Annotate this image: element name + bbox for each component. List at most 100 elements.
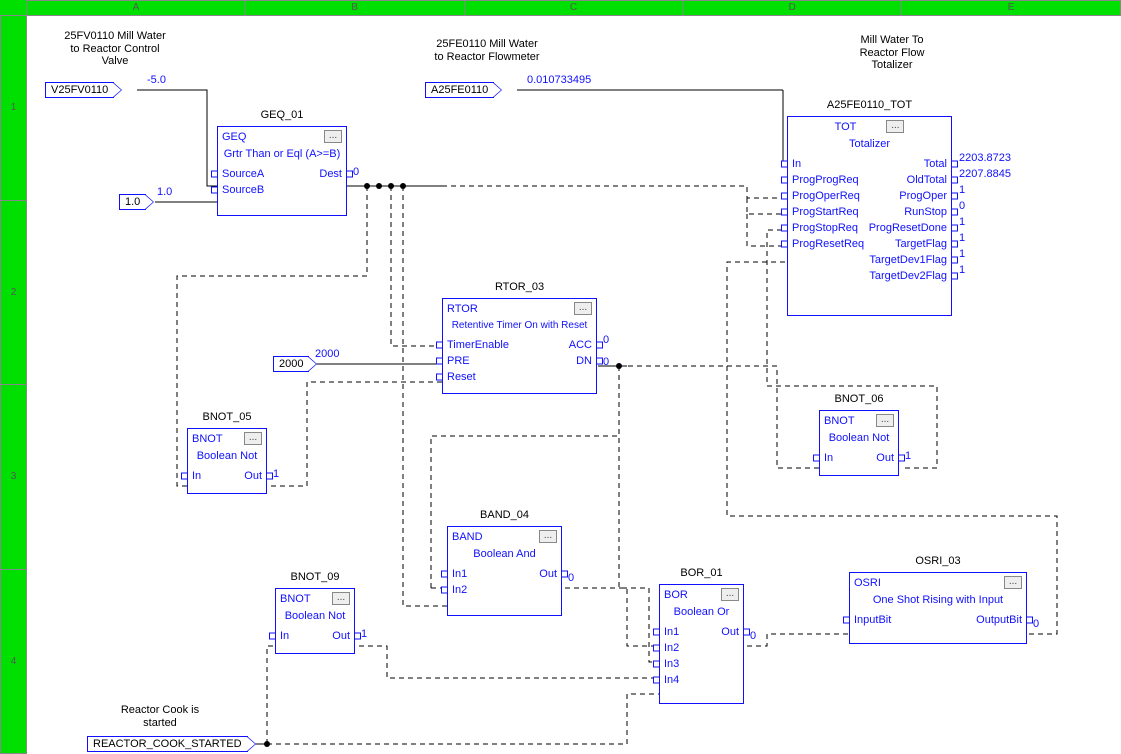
iref-label: 1.0 xyxy=(125,196,140,208)
block-desc: Retentive Timer On with Reset xyxy=(443,318,596,337)
ellipsis-icon[interactable]: ... xyxy=(539,530,557,543)
pin-in4[interactable]: In4 xyxy=(664,674,679,686)
iref-a25fe0110[interactable]: A25FE0110 xyxy=(425,82,494,98)
tot-progresetdone-val: 1 xyxy=(959,216,965,228)
pin-progresetdone[interactable]: ProgResetDone xyxy=(869,222,947,234)
block-desc: Boolean Not xyxy=(276,608,354,628)
block-type: GEQ xyxy=(222,131,246,143)
pin-in1[interactable]: In1 xyxy=(664,626,679,638)
row-2: 2 xyxy=(1,201,26,386)
block-band04[interactable]: BAND_04 BAND... Boolean And In1Out In2 xyxy=(447,526,562,616)
pin-targetdev2flag[interactable]: TargetDev2Flag xyxy=(869,270,947,282)
block-geq01[interactable]: GEQ_01 GEQ... Grtr Than or Eql (A>=B) So… xyxy=(217,126,347,216)
col-a: A xyxy=(27,1,246,15)
pin-timerenable[interactable]: TimerEnable xyxy=(447,339,509,351)
row-1: 1 xyxy=(1,16,26,201)
pin-progprogreq[interactable]: ProgProgReq xyxy=(792,174,859,186)
ellipsis-icon[interactable]: ... xyxy=(324,130,342,143)
pin-out[interactable]: Out xyxy=(539,568,557,580)
pin-sourcea[interactable]: SourceA xyxy=(222,168,264,180)
iref-label: V25FV0110 xyxy=(51,84,108,96)
block-title: A25FE0110_TOT xyxy=(788,99,951,111)
pin-oldtotal[interactable]: OldTotal xyxy=(907,174,947,186)
pin-in2[interactable]: In2 xyxy=(452,584,467,596)
iref-reactor-cook[interactable]: REACTOR_COOK_STARTED xyxy=(87,736,248,752)
ellipsis-icon[interactable]: ... xyxy=(721,588,739,601)
rtor-dn-val: 0 xyxy=(603,356,609,368)
a25fe0110-desc: 25FE0110 Mill Water to Reactor Flowmeter xyxy=(407,38,567,63)
canvas: A B C D E 1 2 3 4 xyxy=(0,0,1121,754)
pin-sourceb[interactable]: SourceB xyxy=(222,184,264,196)
tot-targetdev1flag-val: 1 xyxy=(959,248,965,260)
ellipsis-icon[interactable]: ... xyxy=(1004,576,1022,589)
v25fv0110-value: -5.0 xyxy=(147,74,166,86)
block-tot[interactable]: A25FE0110_TOT TOT... Totalizer InTotalPr… xyxy=(787,116,952,316)
pin-in1[interactable]: In1 xyxy=(452,568,467,580)
pin-progstartreq[interactable]: ProgStartReq xyxy=(792,206,859,218)
pin-in[interactable]: In xyxy=(280,630,289,642)
block-type: RTOR xyxy=(447,303,478,315)
block-desc: Boolean Or xyxy=(660,604,743,624)
pin-out[interactable]: Out xyxy=(244,470,262,482)
pin-runstop[interactable]: RunStop xyxy=(904,206,947,218)
ellipsis-icon[interactable]: ... xyxy=(332,592,350,605)
block-bnot05[interactable]: BNOT_05 BNOT... Boolean Not InOut xyxy=(187,428,267,494)
pin-in3[interactable]: In3 xyxy=(664,658,679,670)
row-3: 3 xyxy=(1,385,26,570)
iref-one[interactable]: 1.0 xyxy=(119,194,146,210)
bnot05-out-val: 1 xyxy=(273,468,279,480)
block-type: BOR xyxy=(664,589,688,601)
pin-in[interactable]: In xyxy=(824,452,833,464)
pin-out[interactable]: Out xyxy=(332,630,350,642)
block-bnot09[interactable]: BNOT_09 BNOT... Boolean Not InOut xyxy=(275,588,355,654)
block-title: BNOT_09 xyxy=(276,571,354,583)
pin-in[interactable]: In xyxy=(192,470,201,482)
pin-progoperreq[interactable]: ProgOperReq xyxy=(792,190,860,202)
iref-v25fv0110[interactable]: V25FV0110 xyxy=(45,82,114,98)
block-title: OSRI_03 xyxy=(850,555,1026,567)
ruler-corner xyxy=(0,0,27,16)
pin-in2[interactable]: In2 xyxy=(664,642,679,654)
sheet[interactable]: 25FV0110 Mill Water to Reactor Control V… xyxy=(27,16,1116,754)
pin-progstopreq[interactable]: ProgStopReq xyxy=(792,222,858,234)
bnot06-out-val: 1 xyxy=(905,450,911,462)
block-title: BAND_04 xyxy=(448,509,561,521)
pin-targetdev1flag[interactable]: TargetDev1Flag xyxy=(869,254,947,266)
pin-total[interactable]: Total xyxy=(924,158,947,170)
iref-label: A25FE0110 xyxy=(431,84,488,96)
ellipsis-icon[interactable]: ... xyxy=(876,414,894,427)
pin-targetflag[interactable]: TargetFlag xyxy=(895,238,947,250)
ellipsis-icon[interactable]: ... xyxy=(886,120,904,133)
pin-outputbit[interactable]: OutputBit xyxy=(976,614,1022,626)
pin-progoper[interactable]: ProgOper xyxy=(899,190,947,202)
pin-in[interactable]: In xyxy=(792,158,801,170)
ruler-vertical: 1 2 3 4 xyxy=(0,16,27,754)
block-desc: Boolean And xyxy=(448,546,561,566)
block-desc: Grtr Than or Eql (A>=B) xyxy=(218,146,346,166)
pin-out[interactable]: Out xyxy=(876,452,894,464)
tot-desc: Mill Water To Reactor Flow Totalizer xyxy=(822,34,962,72)
block-desc: Totalizer xyxy=(788,136,951,156)
osri03-out-val: 0 xyxy=(1033,618,1039,630)
block-bnot06[interactable]: BNOT_06 BNOT... Boolean Not InOut xyxy=(819,410,899,476)
block-title: GEQ_01 xyxy=(218,109,346,121)
pin-pre[interactable]: PRE xyxy=(447,355,470,367)
bor01-out-val: 0 xyxy=(750,630,756,642)
pin-dest[interactable]: Dest xyxy=(319,168,342,180)
pin-dn[interactable]: DN xyxy=(576,355,592,367)
block-rtor03[interactable]: RTOR_03 RTOR... Retentive Timer On with … xyxy=(442,298,597,394)
pin-acc[interactable]: ACC xyxy=(569,339,592,351)
pin-progresetreq[interactable]: ProgResetReq xyxy=(792,238,864,250)
pin-inputbit[interactable]: InputBit xyxy=(854,614,891,626)
ellipsis-icon[interactable]: ... xyxy=(574,302,592,315)
ellipsis-icon[interactable]: ... xyxy=(244,432,262,445)
block-title: BOR_01 xyxy=(660,567,743,579)
block-title: BNOT_06 xyxy=(820,393,898,405)
iref-2000[interactable]: 2000 xyxy=(273,356,309,372)
pin-reset[interactable]: Reset xyxy=(447,371,476,383)
block-osri03[interactable]: OSRI_03 OSRI... One Shot Rising with Inp… xyxy=(849,572,1027,644)
col-d: D xyxy=(683,1,902,15)
block-type: OSRI xyxy=(854,577,881,589)
block-bor01[interactable]: BOR_01 BOR... Boolean Or In1Out In2 In3 … xyxy=(659,584,744,704)
pin-out[interactable]: Out xyxy=(721,626,739,638)
